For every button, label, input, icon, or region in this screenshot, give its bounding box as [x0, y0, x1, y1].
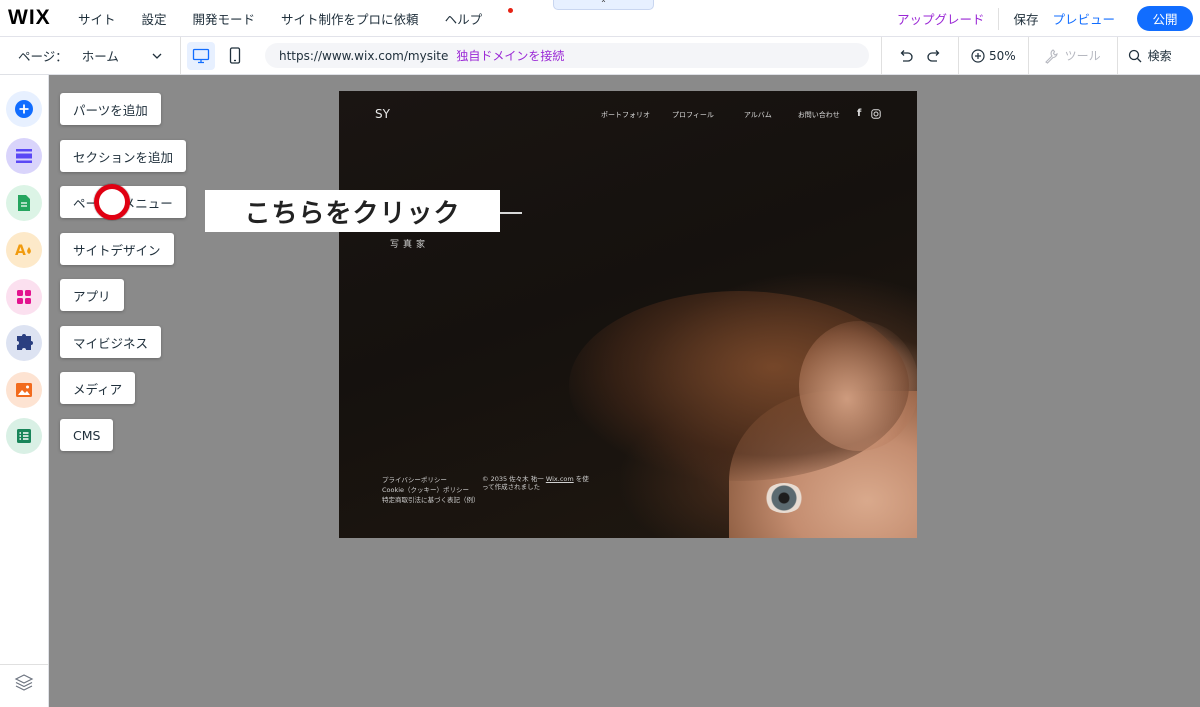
site-design-button[interactable]: サイトデザイン	[60, 233, 174, 265]
chevron-down-icon	[152, 53, 162, 59]
instagram-icon[interactable]	[871, 109, 881, 119]
search-icon	[1128, 49, 1142, 62]
upgrade-link[interactable]: アップグレード	[897, 9, 985, 28]
site-nav: ポートフォリオ プロフィール アルバム お問い合わせ	[601, 110, 862, 120]
portrait-eye	[764, 483, 804, 513]
search-button[interactable]: 検索	[1118, 47, 1182, 64]
page-selector-value: ホーム	[81, 49, 119, 64]
zoom-level: 50%	[989, 48, 1016, 63]
rail-business-button[interactable]	[6, 325, 42, 361]
site-nav-portfolio[interactable]: ポートフォリオ	[601, 110, 650, 120]
page-selector-label: ページ：	[18, 49, 68, 64]
page-icon	[18, 195, 30, 211]
rail-design-button[interactable]: A	[6, 232, 42, 268]
menu-help[interactable]: ヘルプ	[444, 7, 514, 28]
click-here-callout: こちらをクリック	[205, 190, 500, 232]
menu-hire-pro[interactable]: サイト制作をプロに依頼	[281, 9, 419, 28]
zoom-control[interactable]: 50%	[959, 49, 1028, 63]
portrait-hair-highlight	[799, 321, 917, 451]
apps-grid-icon	[17, 290, 31, 304]
left-rail: A	[0, 75, 49, 707]
copyright-line2: って作成されました	[482, 483, 541, 491]
collapse-handle[interactable]: ⌃	[553, 0, 654, 10]
publish-button[interactable]: 公開	[1137, 6, 1193, 31]
wix-logo[interactable]: WIX	[8, 6, 60, 30]
menu-dev-mode[interactable]: 開発モード	[193, 9, 256, 28]
site-nav-album[interactable]: アルバム	[744, 110, 772, 120]
add-section-button[interactable]: セクションを追加	[60, 140, 187, 172]
desktop-view-button[interactable]	[187, 41, 215, 70]
media-button[interactable]: メディア	[60, 372, 136, 404]
site-nav-contact[interactable]: お問い合わせ	[798, 110, 840, 120]
footer-copyright: © 2035 佐々木 祐一 Wix.com を使 って作成されました	[482, 475, 589, 491]
add-elements-button[interactable]: パーツを追加	[60, 93, 161, 125]
editor-toolbar: ページ： ホーム https://www.wix.com/mysite 独自ドメ…	[0, 36, 1200, 75]
my-business-button[interactable]: マイビジネス	[60, 326, 162, 358]
connect-domain-link[interactable]: 独自ドメインを接続	[456, 47, 564, 64]
undo-icon	[900, 49, 913, 62]
site-canvas[interactable]: SY ポートフォリオ プロフィール アルバム お問い合わせ f 写真家 プライバ…	[339, 91, 917, 538]
tools-label: ツール	[1064, 49, 1101, 63]
layers-icon	[14, 674, 34, 691]
plus-circle-icon	[15, 100, 33, 118]
rail-apps-button[interactable]	[6, 279, 42, 315]
search-label: 検索	[1147, 49, 1172, 63]
menu-settings[interactable]: 設定	[142, 9, 167, 28]
site-subtitle: 写真家	[390, 240, 430, 250]
top-menu: サイト 設定 開発モード サイト制作をプロに依頼 ヘルプ	[78, 7, 534, 28]
layers-button[interactable]	[14, 673, 34, 695]
apps-button[interactable]: アプリ	[60, 279, 124, 311]
cookie-policy-link[interactable]: Cookie（クッキー）ポリシー	[382, 485, 480, 495]
redo-icon	[927, 49, 940, 62]
site-url: https://www.wix.com/mysite	[279, 48, 449, 63]
wix-link[interactable]: Wix.com	[546, 475, 574, 483]
wrench-icon	[1044, 48, 1058, 64]
sections-icon	[16, 149, 32, 163]
tools-button[interactable]: ツール	[1029, 47, 1117, 64]
page-selector[interactable]: ページ： ホーム	[0, 46, 180, 65]
title-underline	[500, 212, 522, 214]
divider	[180, 36, 181, 75]
rail-pages-button[interactable]	[6, 185, 42, 221]
top-bar: WIX サイト 設定 開発モード サイト制作をプロに依頼 ヘルプ ⌃ アップグレ…	[0, 0, 1200, 37]
menu-help-label: ヘルプ	[444, 11, 483, 27]
divider	[881, 36, 882, 75]
rail-cms-button[interactable]	[6, 418, 42, 454]
puzzle-icon	[17, 334, 33, 350]
design-icon: A	[15, 243, 31, 259]
site-nav-profile[interactable]: プロフィール	[672, 110, 714, 120]
click-marker-icon	[94, 184, 130, 220]
menu-site[interactable]: サイト	[78, 9, 116, 28]
divider	[998, 7, 1000, 30]
top-actions: アップグレード 保存 プレビュー 公開	[897, 0, 1200, 37]
preview-button[interactable]: プレビュー	[1052, 9, 1115, 28]
copyright-text: © 2035 佐々木 祐一	[482, 475, 544, 483]
image-icon	[16, 383, 32, 397]
table-icon	[17, 429, 31, 443]
rail-add-button[interactable]	[6, 91, 42, 127]
footer-links: プライバシーポリシー Cookie（クッキー）ポリシー 特定商取引法に基づく表記…	[382, 475, 480, 505]
redo-button[interactable]	[920, 42, 948, 70]
copyright-suffix: を使	[573, 475, 589, 483]
facebook-icon[interactable]: f	[857, 108, 861, 119]
mobile-icon	[229, 47, 241, 64]
zoom-plus-icon	[971, 48, 985, 63]
divider	[0, 664, 49, 665]
commerce-law-link[interactable]: 特定商取引法に基づく表記（例）	[382, 495, 480, 505]
rail-sections-button[interactable]	[6, 138, 42, 174]
site-url-bar[interactable]: https://www.wix.com/mysite 独自ドメインを接続	[265, 43, 869, 68]
history-controls: 50% ツール 検索	[881, 36, 1182, 75]
desktop-icon	[192, 48, 210, 63]
notification-dot	[508, 7, 514, 13]
privacy-policy-link[interactable]: プライバシーポリシー	[382, 475, 480, 485]
rail-media-button[interactable]	[6, 372, 42, 408]
svg-text:A: A	[15, 243, 26, 259]
undo-button[interactable]	[892, 42, 920, 70]
cms-button[interactable]: CMS	[60, 419, 114, 451]
site-logo[interactable]: SY	[375, 107, 390, 121]
save-button[interactable]: 保存	[1013, 9, 1038, 28]
mobile-view-button[interactable]	[221, 42, 249, 70]
